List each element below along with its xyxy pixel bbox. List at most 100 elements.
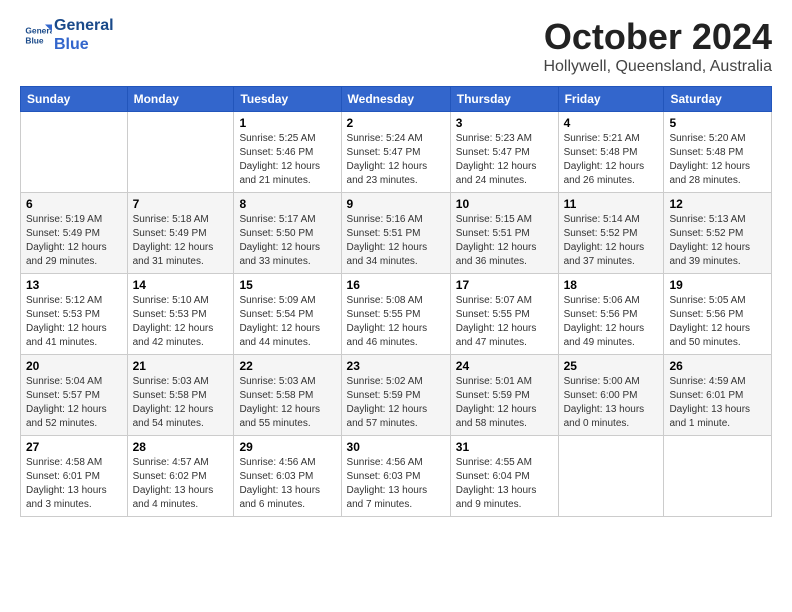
day-info: Sunrise: 5:03 AM Sunset: 5:58 PM Dayligh…: [133, 375, 229, 431]
calendar-day-cell: 2 Sunrise: 5:24 AM Sunset: 5:47 PM Daylig…: [341, 112, 450, 193]
calendar-week-row: 20 Sunrise: 5:04 AM Sunset: 5:57 PM Dayli…: [21, 355, 772, 436]
day-info: Sunrise: 5:03 AM Sunset: 5:58 PM Dayligh…: [239, 375, 335, 431]
day-info: Sunrise: 5:02 AM Sunset: 5:59 PM Dayligh…: [347, 375, 445, 431]
day-number: 12: [669, 197, 766, 211]
day-number: 8: [239, 197, 335, 211]
calendar-day-cell: 26 Sunrise: 4:59 AM Sunset: 6:01 PM Dayli…: [664, 355, 772, 436]
day-info: Sunrise: 5:01 AM Sunset: 5:59 PM Dayligh…: [456, 375, 553, 431]
calendar-day-cell: 6 Sunrise: 5:19 AM Sunset: 5:49 PM Daylig…: [21, 193, 128, 274]
calendar-week-row: 13Sunrise: 5:12 AM Sunset: 5:53 PM Dayli…: [21, 274, 772, 355]
calendar-day-cell: 5Sunrise: 5:20 AM Sunset: 5:48 PM Daylig…: [664, 112, 772, 193]
day-number: 2: [347, 116, 445, 130]
day-info: Sunrise: 5:09 AM Sunset: 5:54 PM Dayligh…: [239, 294, 335, 350]
day-info: Sunrise: 5:23 AM Sunset: 5:47 PM Dayligh…: [456, 132, 553, 188]
calendar-day-cell: 22 Sunrise: 5:03 AM Sunset: 5:58 PM Dayli…: [234, 355, 341, 436]
calendar-day-cell: 3 Sunrise: 5:23 AM Sunset: 5:47 PM Daylig…: [450, 112, 558, 193]
day-info: Sunrise: 5:05 AM Sunset: 5:56 PM Dayligh…: [669, 294, 766, 350]
calendar-day-cell: 31Sunrise: 4:55 AM Sunset: 6:04 PM Dayli…: [450, 436, 558, 517]
calendar-day-cell: 16 Sunrise: 5:08 AM Sunset: 5:55 PM Dayli…: [341, 274, 450, 355]
calendar-day-cell: 25 Sunrise: 5:00 AM Sunset: 6:00 PM Dayli…: [558, 355, 664, 436]
day-info: Sunrise: 5:18 AM Sunset: 5:49 PM Dayligh…: [133, 213, 229, 269]
day-info: Sunrise: 4:56 AM Sunset: 6:03 PM Dayligh…: [347, 456, 445, 512]
day-number: 30: [347, 440, 445, 454]
calendar-week-row: 27Sunrise: 4:58 AM Sunset: 6:01 PM Dayli…: [21, 436, 772, 517]
calendar-day-cell: 18Sunrise: 5:06 AM Sunset: 5:56 PM Dayli…: [558, 274, 664, 355]
day-info: Sunrise: 5:17 AM Sunset: 5:50 PM Dayligh…: [239, 213, 335, 269]
title-block: October 2024 Hollywell, Queensland, Aust…: [543, 16, 772, 76]
day-number: 16: [347, 278, 445, 292]
calendar-day-cell: 20 Sunrise: 5:04 AM Sunset: 5:57 PM Dayli…: [21, 355, 128, 436]
calendar-day-cell: 14 Sunrise: 5:10 AM Sunset: 5:53 PM Dayli…: [127, 274, 234, 355]
day-info: Sunrise: 4:58 AM Sunset: 6:01 PM Dayligh…: [26, 456, 122, 512]
calendar-day-cell: [558, 436, 664, 517]
location: Hollywell, Queensland, Australia: [543, 58, 772, 76]
day-number: 31: [456, 440, 553, 454]
day-info: Sunrise: 5:04 AM Sunset: 5:57 PM Dayligh…: [26, 375, 122, 431]
calendar-day-cell: 11 Sunrise: 5:14 AM Sunset: 5:52 PM Dayli…: [558, 193, 664, 274]
page: General Blue General Blue October 2024 H…: [0, 0, 792, 527]
calendar-day-cell: [664, 436, 772, 517]
calendar-day-cell: 19 Sunrise: 5:05 AM Sunset: 5:56 PM Dayli…: [664, 274, 772, 355]
calendar-day-header: Sunday: [21, 87, 128, 112]
calendar-day-header: Wednesday: [341, 87, 450, 112]
calendar-day-cell: 30 Sunrise: 4:56 AM Sunset: 6:03 PM Dayli…: [341, 436, 450, 517]
calendar-day-cell: 29 Sunrise: 4:56 AM Sunset: 6:03 PM Dayli…: [234, 436, 341, 517]
logo-line1: General: [54, 16, 114, 35]
day-number: 14: [133, 278, 229, 292]
day-info: Sunrise: 4:59 AM Sunset: 6:01 PM Dayligh…: [669, 375, 766, 431]
day-number: 6: [26, 197, 122, 211]
day-number: 18: [564, 278, 659, 292]
calendar-day-header: Friday: [558, 87, 664, 112]
calendar-day-cell: 8 Sunrise: 5:17 AM Sunset: 5:50 PM Daylig…: [234, 193, 341, 274]
day-number: 25: [564, 359, 659, 373]
calendar-day-header: Monday: [127, 87, 234, 112]
day-info: Sunrise: 4:56 AM Sunset: 6:03 PM Dayligh…: [239, 456, 335, 512]
day-info: Sunrise: 5:19 AM Sunset: 5:49 PM Dayligh…: [26, 213, 122, 269]
day-number: 26: [669, 359, 766, 373]
calendar-day-cell: 9Sunrise: 5:16 AM Sunset: 5:51 PM Daylig…: [341, 193, 450, 274]
calendar-header-row: SundayMondayTuesdayWednesdayThursdayFrid…: [21, 87, 772, 112]
logo: General Blue General Blue: [20, 16, 114, 54]
calendar-day-cell: 4 Sunrise: 5:21 AM Sunset: 5:48 PM Daylig…: [558, 112, 664, 193]
day-number: 19: [669, 278, 766, 292]
calendar-day-cell: 24Sunrise: 5:01 AM Sunset: 5:59 PM Dayli…: [450, 355, 558, 436]
day-number: 10: [456, 197, 553, 211]
logo-line2: Blue: [54, 35, 114, 54]
calendar-day-cell: 13Sunrise: 5:12 AM Sunset: 5:53 PM Dayli…: [21, 274, 128, 355]
day-info: Sunrise: 5:24 AM Sunset: 5:47 PM Dayligh…: [347, 132, 445, 188]
day-info: Sunrise: 5:08 AM Sunset: 5:55 PM Dayligh…: [347, 294, 445, 350]
day-info: Sunrise: 5:10 AM Sunset: 5:53 PM Dayligh…: [133, 294, 229, 350]
calendar-day-header: Tuesday: [234, 87, 341, 112]
calendar-day-cell: 1 Sunrise: 5:25 AM Sunset: 5:46 PM Daylig…: [234, 112, 341, 193]
header: General Blue General Blue October 2024 H…: [20, 16, 772, 76]
calendar-day-cell: [21, 112, 128, 193]
day-number: 3: [456, 116, 553, 130]
day-info: Sunrise: 5:14 AM Sunset: 5:52 PM Dayligh…: [564, 213, 659, 269]
calendar-day-cell: 21Sunrise: 5:03 AM Sunset: 5:58 PM Dayli…: [127, 355, 234, 436]
logo-icon: General Blue: [24, 21, 52, 49]
day-number: 11: [564, 197, 659, 211]
month-title: October 2024: [543, 16, 772, 58]
calendar-day-cell: 10Sunrise: 5:15 AM Sunset: 5:51 PM Dayli…: [450, 193, 558, 274]
day-number: 1: [239, 116, 335, 130]
calendar-day-cell: 28 Sunrise: 4:57 AM Sunset: 6:02 PM Dayli…: [127, 436, 234, 517]
calendar-week-row: 6 Sunrise: 5:19 AM Sunset: 5:49 PM Daylig…: [21, 193, 772, 274]
day-info: Sunrise: 4:57 AM Sunset: 6:02 PM Dayligh…: [133, 456, 229, 512]
day-number: 28: [133, 440, 229, 454]
day-info: Sunrise: 5:21 AM Sunset: 5:48 PM Dayligh…: [564, 132, 659, 188]
calendar-day-cell: 23 Sunrise: 5:02 AM Sunset: 5:59 PM Dayli…: [341, 355, 450, 436]
day-info: Sunrise: 5:25 AM Sunset: 5:46 PM Dayligh…: [239, 132, 335, 188]
day-info: Sunrise: 5:13 AM Sunset: 5:52 PM Dayligh…: [669, 213, 766, 269]
day-info: Sunrise: 5:00 AM Sunset: 6:00 PM Dayligh…: [564, 375, 659, 431]
calendar-day-header: Saturday: [664, 87, 772, 112]
day-info: Sunrise: 5:20 AM Sunset: 5:48 PM Dayligh…: [669, 132, 766, 188]
day-number: 23: [347, 359, 445, 373]
day-number: 22: [239, 359, 335, 373]
day-info: Sunrise: 5:12 AM Sunset: 5:53 PM Dayligh…: [26, 294, 122, 350]
day-number: 4: [564, 116, 659, 130]
day-number: 29: [239, 440, 335, 454]
day-number: 17: [456, 278, 553, 292]
calendar-day-cell: 12 Sunrise: 5:13 AM Sunset: 5:52 PM Dayli…: [664, 193, 772, 274]
day-number: 20: [26, 359, 122, 373]
day-info: Sunrise: 5:07 AM Sunset: 5:55 PM Dayligh…: [456, 294, 553, 350]
